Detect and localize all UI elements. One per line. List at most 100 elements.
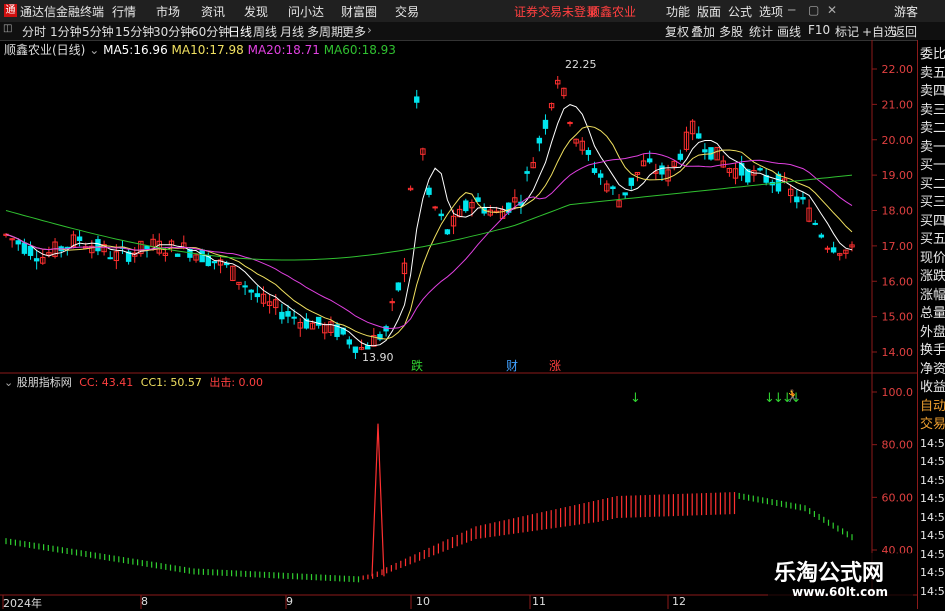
watermark: 乐淘公式网 www.60lt.com [768,553,913,603]
ma-settings-icon[interactable]: ⌄ [89,43,99,57]
ind-tick-label-2: 60.00 [882,491,914,504]
candle-body-129 [794,196,800,203]
candle-body-95 [585,150,592,155]
menu-wenxiaoda[interactable]: 问小达 [288,3,324,20]
more-chevron-icon[interactable]: › [367,23,372,37]
period-60min[interactable]: 60分钟 [191,23,230,40]
period-more[interactable]: 更多 [342,23,366,40]
kline-chart[interactable]: 22.00 21.00 20.00 19.00 18.00 17.00 16.00 15.00… [0,40,917,609]
candle-body-5 [33,258,40,262]
candle-body-56 [346,339,353,345]
trade-login-status[interactable]: 证券交易未登录 [514,3,598,20]
menu-shichang[interactable]: 市场 [156,3,180,20]
signal-runner-icon: 🏃 [785,389,800,403]
candle-body-123 [757,168,763,171]
x-label-11: 11 [532,595,546,608]
title-bar: 通 通达信金融终端 行情 市场 资讯 发现 问小达 财富圈 交易 证券交易未登录… [0,0,945,23]
watermark-url: www.60lt.com [792,585,889,599]
ma20-name: MA20 [247,43,282,57]
stock-name-tab[interactable]: 顺鑫农业 [588,3,636,20]
candle-body-41 [254,293,261,298]
menu-zixun[interactable]: 资讯 [201,3,225,20]
menu-faxian[interactable]: 发现 [244,3,268,20]
candle-body-110 [677,153,684,160]
candle-body-3 [21,242,28,254]
candle-body-102 [628,177,635,186]
ma10-value: 17.98 [209,43,244,57]
candle-body-72 [444,229,451,235]
candle-body-46 [285,311,291,317]
candle-body-107 [659,165,665,175]
candle-body-15 [95,239,101,252]
quote-sidebar: 委比 卖五 卖四 卖三 卖二 卖一 买一 买二 买三 买四 买五 现价 涨跌 涨幅 总量 外盘 换手 净资 收益 自动… [917,40,945,609]
tool-add-favorite[interactable]: +自选 [862,23,896,40]
moving-average-lines [5,104,853,347]
user-guest[interactable]: 游客 [894,3,918,20]
candle-body-132 [812,222,818,225]
candle-body-97 [597,173,604,178]
menu-hangqing[interactable]: 行情 [112,3,136,20]
period-1min[interactable]: 1分钟 [50,23,82,40]
candle-body-101 [622,192,628,196]
marker-zhang: 涨 [549,359,562,373]
tool-fuquan[interactable]: 复权 [665,23,689,40]
ind-tick-label-0: 100.0 [882,386,914,399]
tool-f10[interactable]: F10 [808,23,830,37]
menu-xuanxiang[interactable]: 选项 [759,3,783,20]
price-tick-label-6: 16.00 [882,275,914,288]
marker-cai: 财 [506,359,519,373]
period-day[interactable]: 日线 [228,23,252,40]
candle-body-96 [591,168,598,173]
candle-body-4 [27,245,34,256]
price-tick-label-3: 19.00 [882,169,914,182]
price-tick-label-0: 22.00 [882,63,914,76]
period-fenshi[interactable]: 分时 [22,23,46,40]
menu-gongshi[interactable]: 公式 [728,3,752,20]
ma10-name: MA10 [171,43,206,57]
indicator-histogram [5,423,853,583]
low-price-label: 13.90 [362,351,394,364]
candle-body-57 [352,346,359,353]
tool-duogu[interactable]: 多股 [719,23,743,40]
close-icon[interactable]: ✕ [827,3,837,17]
indicator-settings-icon[interactable]: ⌄ [4,376,13,389]
candle-body-64 [395,282,402,291]
app-title: 通达信金融终端 [20,5,105,19]
candle-body-85 [524,171,530,174]
period-week[interactable]: 周线 [253,23,277,40]
indicator-name[interactable]: 股朋指标网 [17,376,72,389]
tool-back[interactable]: 返回 [893,23,917,40]
period-multi[interactable]: 多周期 [307,23,343,40]
tool-huaxian[interactable]: 画线 [777,23,801,40]
period-5min[interactable]: 5分钟 [82,23,114,40]
menu-caifuquan[interactable]: 财富圈 [341,3,377,20]
candlesticks [3,75,855,359]
x-label-8: 8 [141,595,148,608]
marker-die: 跌 [411,359,424,373]
price-tick-label-2: 20.00 [882,134,914,147]
candle-body-75 [463,200,469,212]
tool-biaoji[interactable]: 标记 [835,23,859,40]
period-month[interactable]: 月线 [280,23,304,40]
menu-jiaoyi[interactable]: 交易 [395,3,419,20]
menu-gongneng[interactable]: 功能 [666,3,690,20]
period-15min[interactable]: 15分钟 [115,23,154,40]
candle-body-114 [702,149,708,153]
tool-diejia[interactable]: 叠加 [691,23,715,40]
price-tick-label-8: 14.00 [882,346,914,359]
maximize-icon[interactable]: ▢ [808,3,819,17]
ma60-name: MA60 [323,43,358,57]
ma5-line [5,104,853,347]
indicator-header: ⌄ 股朋指标网 CC: 43.41 CC1: 50.57 出击: 0.00 [4,374,263,390]
menu-banmian[interactable]: 版面 [697,3,721,20]
period-30min[interactable]: 30分钟 [153,23,192,40]
candle-body-28 [174,253,181,257]
toolbar-toggle-icon[interactable]: ◫ [3,23,12,34]
watermark-title: 乐淘公式网 [774,561,885,586]
candle-body-12 [76,236,83,242]
tool-tongji[interactable]: 统计 [749,23,773,40]
sidebar-item-29[interactable]: 14:56 [920,581,945,603]
minimize-icon[interactable]: ─ [788,3,795,17]
cc-value: CC: 43.41 [79,376,134,389]
period-toolbar: ◫ 分时 1分钟 5分钟 15分钟 30分钟 60分钟 日线 周线 月线 多周期… [0,22,945,41]
